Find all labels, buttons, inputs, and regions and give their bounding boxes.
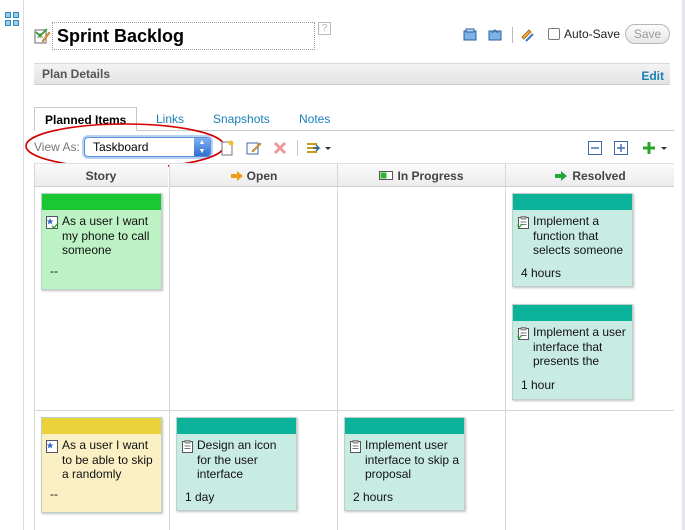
column-header-in-progress: In Progress [338, 163, 505, 187]
card-title: As a user I want to be able to skip a ra… [62, 438, 153, 481]
card-estimate: 1 hour [521, 378, 556, 392]
task-card[interactable]: Design an icon for the user interface 1 … [176, 417, 297, 511]
card-body: As a user I want to be able to skip a ra… [42, 434, 161, 486]
card-estimate: 2 hours [353, 490, 394, 504]
story-card[interactable]: As a user I want my phone to call someon… [41, 193, 162, 290]
task-card[interactable]: Implement a user interface that presents… [512, 304, 633, 400]
select-arrows-icon: ▲ ▼ [194, 138, 210, 156]
card-estimate: -- [50, 487, 58, 501]
card-title: Implement a user interface that presents… [533, 325, 626, 368]
card-color-bar [42, 194, 161, 210]
task-icon [517, 216, 529, 229]
card-estimate: -- [50, 264, 58, 278]
view-as-label: View As: [34, 140, 80, 154]
filter-dropdown-icon[interactable] [305, 140, 333, 156]
autosave-label: Auto-Save [564, 27, 621, 41]
expand-all-icon[interactable] [487, 27, 503, 43]
edit-item-icon[interactable] [246, 140, 262, 156]
card-color-bar [177, 418, 296, 434]
collapse-all-icon[interactable] [462, 27, 478, 43]
task-icon [182, 440, 193, 453]
column-divider [34, 163, 35, 530]
autosave-checkbox[interactable] [548, 28, 560, 40]
tab-snapshots[interactable]: Snapshots [213, 107, 270, 131]
left-gutter [0, 0, 24, 530]
collapse-icon[interactable] [587, 140, 603, 156]
resolved-arrow-icon [555, 171, 568, 181]
toolbar-separator [297, 140, 298, 156]
card-body: As a user I want my phone to call someon… [42, 210, 161, 262]
open-arrow-icon [230, 171, 243, 181]
expand-icon[interactable] [613, 140, 629, 156]
column-header-open: Open [170, 163, 337, 187]
card-estimate: 1 day [185, 490, 215, 504]
story-card[interactable]: As a user I want to be able to skip a ra… [41, 417, 162, 513]
card-estimate: 4 hours [521, 266, 562, 280]
delete-icon[interactable] [272, 140, 288, 156]
plan-title-field[interactable]: Sprint Backlog [52, 22, 315, 50]
view-as-value: Taskboard [93, 140, 149, 154]
story-icon [46, 440, 58, 453]
card-color-bar [513, 305, 632, 321]
row-divider [34, 410, 674, 411]
card-color-bar [42, 418, 161, 434]
tab-bar: Planned Items Links Snapshots Notes [34, 107, 674, 131]
plan-edit-icon [34, 28, 50, 44]
card-color-bar [345, 418, 464, 434]
column-header-story: Story [34, 163, 168, 187]
tab-links[interactable]: Links [156, 107, 184, 131]
story-icon [46, 216, 59, 229]
card-title: Implement user interface to skip a propo… [365, 438, 460, 481]
progress-bar-icon [379, 171, 394, 180]
column-header-resolved: Resolved [506, 163, 674, 187]
save-button[interactable]: Save [625, 24, 670, 44]
column-label: Open [170, 169, 337, 183]
column-label: Story [85, 169, 117, 183]
column-divider [337, 163, 338, 530]
card-body: Implement user interface to skip a propo… [345, 434, 464, 486]
tab-planned-items[interactable]: Planned Items [34, 107, 138, 131]
new-item-icon[interactable] [219, 140, 235, 156]
task-icon [350, 440, 361, 453]
task-icon [517, 327, 529, 340]
edit-link[interactable]: Edit [641, 69, 664, 83]
task-card[interactable]: Implement a function that selects someon… [512, 193, 633, 287]
column-label: In Progress [338, 169, 505, 183]
card-title: As a user I want my phone to call someon… [62, 214, 150, 257]
taskboard: Story Open In Progress Resolved As a use… [34, 163, 674, 530]
add-dropdown-icon[interactable] [641, 140, 669, 156]
plan-details-title: Plan Details [42, 67, 111, 81]
column-divider [505, 163, 506, 530]
card-color-bar [513, 194, 632, 210]
column-divider [169, 163, 170, 530]
grid-icon[interactable] [5, 12, 19, 26]
view-as-select[interactable]: Taskboard ▲ ▼ [84, 137, 211, 157]
card-body: Implement a function that selects someon… [513, 210, 632, 262]
sync-icon[interactable] [519, 27, 535, 43]
task-card[interactable]: Implement user interface to skip a propo… [344, 417, 465, 511]
card-body: Design an icon for the user interface [177, 434, 296, 486]
card-title: Design an icon for the user interface [197, 438, 277, 481]
card-title: Implement a function that selects someon… [533, 214, 624, 257]
plan-details-bar: Plan Details Edit [34, 63, 670, 85]
card-body: Implement a user interface that presents… [513, 321, 632, 373]
tab-notes[interactable]: Notes [299, 107, 330, 131]
help-icon[interactable]: ? [318, 22, 331, 35]
column-label: Resolved [506, 169, 674, 183]
header-separator [512, 27, 513, 43]
autosave-toggle[interactable]: Auto-Save [548, 25, 620, 43]
